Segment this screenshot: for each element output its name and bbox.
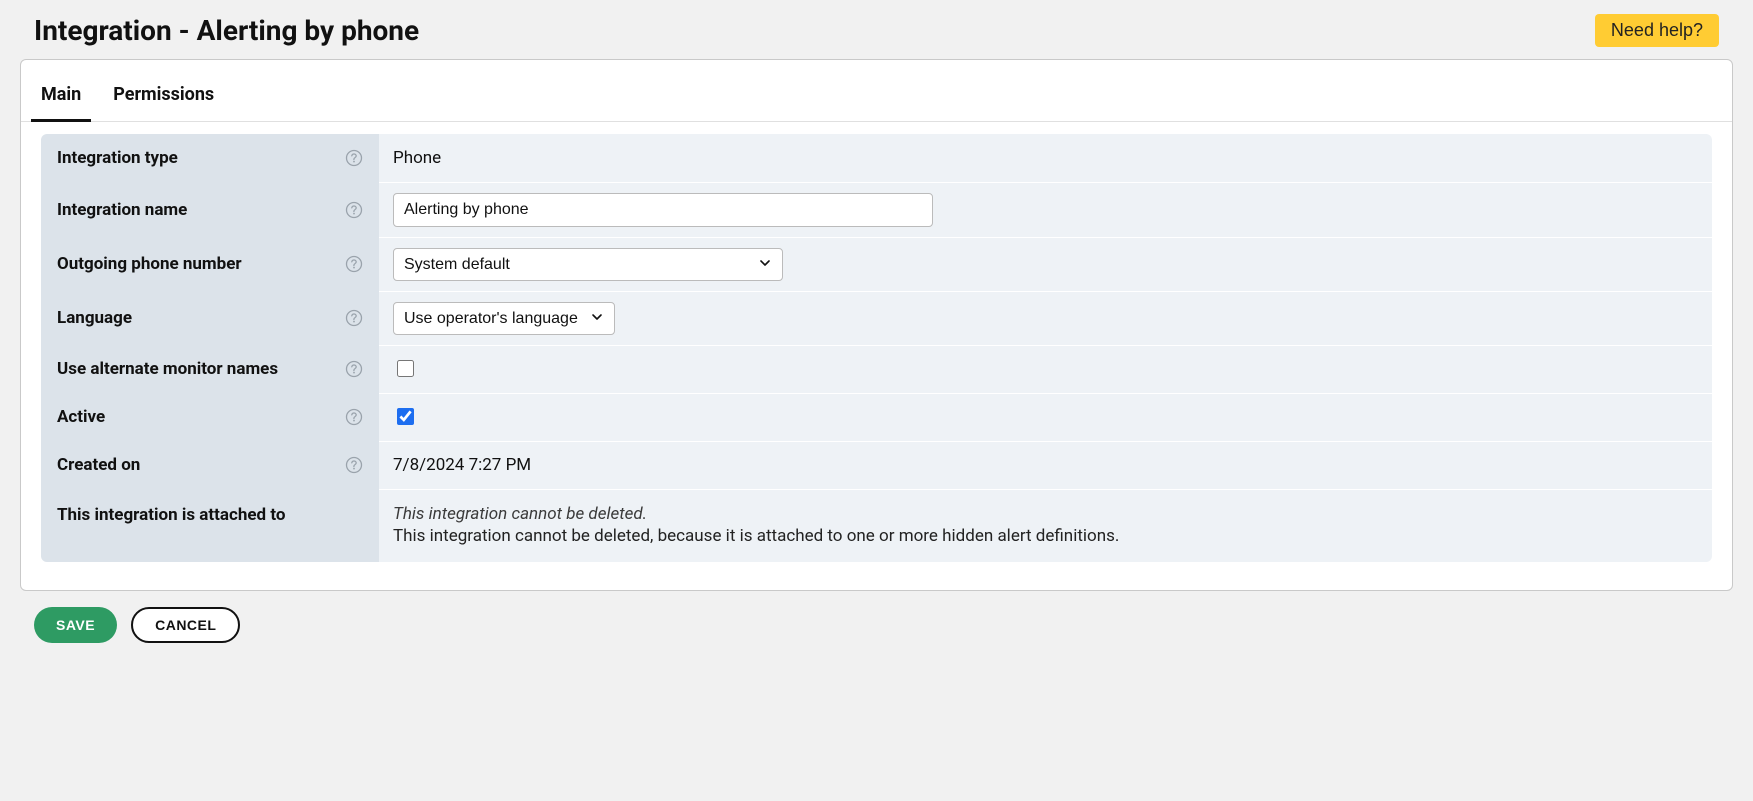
page: Integration - Alerting by phone Need hel… (0, 0, 1753, 801)
help-icon[interactable] (345, 408, 363, 426)
tab-permissions[interactable]: Permissions (113, 80, 214, 121)
help-icon[interactable] (345, 309, 363, 327)
label-active: Active (57, 407, 105, 427)
header-row: Integration - Alerting by phone Need hel… (20, 14, 1733, 59)
need-help-button[interactable]: Need help? (1595, 14, 1719, 47)
label-integration-name: Integration name (57, 200, 187, 220)
row-active: Active (41, 393, 1712, 441)
row-attached-to: This integration is attached to This int… (41, 489, 1712, 562)
label-created-on: Created on (57, 455, 140, 475)
outgoing-phone-select[interactable]: System default (393, 248, 783, 281)
cancel-button[interactable]: CANCEL (131, 607, 240, 643)
tab-main[interactable]: Main (41, 80, 81, 121)
label-attached: This integration is attached to (57, 505, 285, 525)
attached-body-note: This integration cannot be deleted, beca… (393, 526, 1698, 546)
label-integration-type: Integration type (57, 148, 178, 168)
label-alt-monitor: Use alternate monitor names (57, 359, 278, 379)
help-icon[interactable] (345, 255, 363, 273)
row-language: Language Use operator's language (41, 291, 1712, 345)
alt-monitor-checkbox[interactable] (397, 360, 414, 377)
row-alt-monitor-names: Use alternate monitor names (41, 345, 1712, 393)
label-language: Language (57, 308, 132, 328)
help-icon[interactable] (345, 149, 363, 167)
language-select[interactable]: Use operator's language (393, 302, 615, 335)
help-icon[interactable] (345, 456, 363, 474)
action-buttons: SAVE CANCEL (20, 607, 1733, 643)
value-created-on: 7/8/2024 7:27 PM (393, 455, 531, 475)
save-button[interactable]: SAVE (34, 607, 117, 643)
row-integration-type: Integration type Phone (41, 134, 1712, 182)
form-container: Integration type Phone Integration nam (21, 122, 1732, 590)
row-outgoing-phone: Outgoing phone number System default (41, 237, 1712, 291)
row-created-on: Created on 7/8/2024 7:27 PM (41, 441, 1712, 489)
main-panel: Main Permissions Integration type (20, 59, 1733, 591)
integration-name-input[interactable] (393, 193, 933, 227)
row-integration-name: Integration name (41, 182, 1712, 237)
value-integration-type: Phone (393, 148, 441, 168)
form-table: Integration type Phone Integration nam (41, 134, 1712, 562)
help-icon[interactable] (345, 201, 363, 219)
page-title: Integration - Alerting by phone (34, 14, 419, 47)
active-checkbox[interactable] (397, 408, 414, 425)
tabs-bar: Main Permissions (21, 60, 1732, 122)
label-outgoing-phone: Outgoing phone number (57, 254, 242, 274)
attached-italic-note: This integration cannot be deleted. (393, 504, 1698, 524)
help-icon[interactable] (345, 360, 363, 378)
